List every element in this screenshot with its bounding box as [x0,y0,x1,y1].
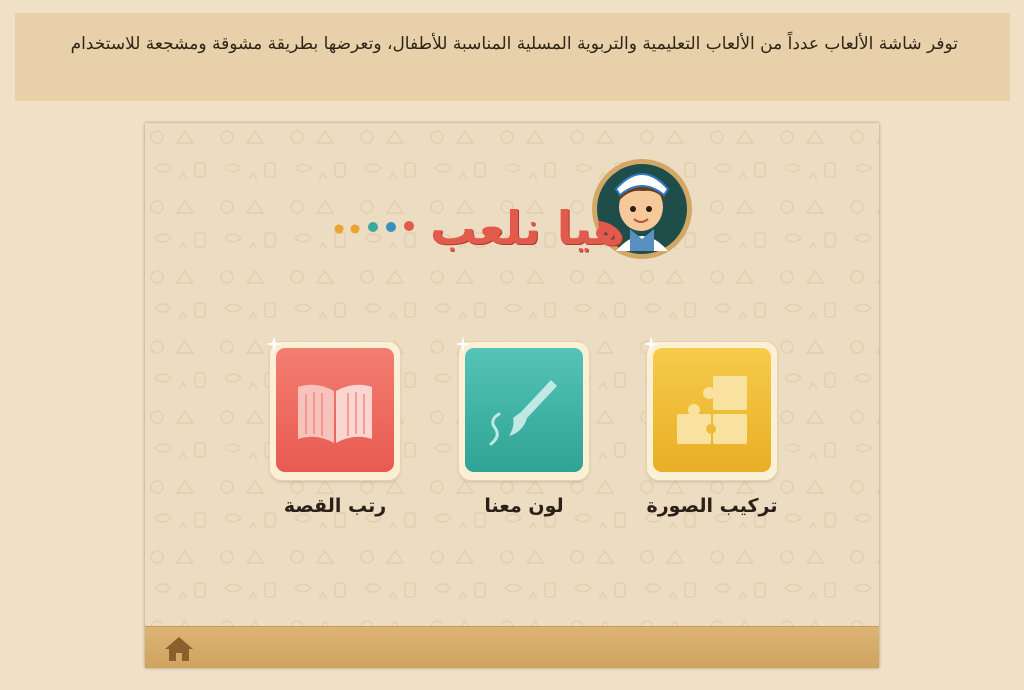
sparkle-icon [455,336,471,352]
paintbrush-icon [489,380,557,446]
puzzle-game-label[interactable]: تركيب الصورة [632,495,792,517]
story-game-tile[interactable] [266,336,400,480]
games-screen: هيا نلعب رتب القصة لون معنا تركيب الصورة [145,123,879,668]
puzzle-icon [677,376,747,444]
sparkle-icon [266,336,282,352]
puzzle-game-tile[interactable] [643,336,777,480]
sparkle-icon [643,336,659,352]
description-banner: توفر شاشة الألعاب عدداً من الألعاب التعل… [15,13,1010,101]
description-text: توفر شاشة الألعاب عدداً من الألعاب التعل… [70,34,958,54]
logo-dots [334,221,414,234]
story-game-label[interactable]: رتب القصة [255,495,415,517]
book-icon [298,384,372,443]
coloring-game-label[interactable]: لون معنا [444,495,604,517]
logo-title: هيا نلعب [430,201,625,255]
coloring-game-tile[interactable] [455,336,589,480]
home-icon[interactable] [163,635,195,663]
bottom-bar [145,626,879,668]
